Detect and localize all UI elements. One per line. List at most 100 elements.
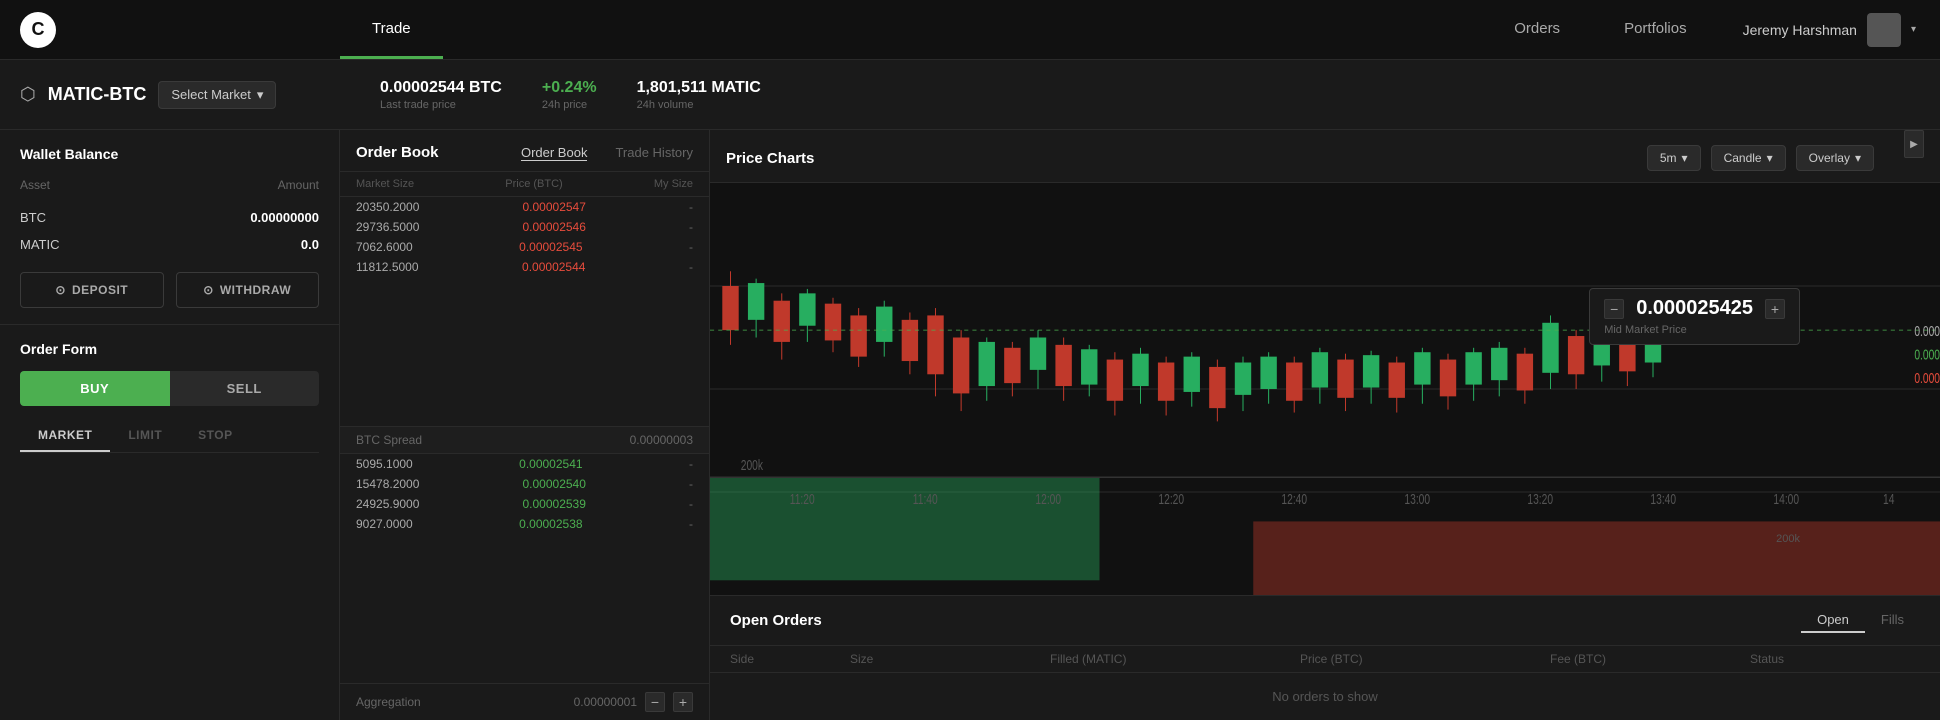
buy-price-2: 0.00002540 xyxy=(523,477,586,491)
nav-right: Jeremy Harshman ▾ xyxy=(1719,0,1940,59)
svg-text:0.00002544: 0.00002544 xyxy=(1914,347,1940,363)
col-side: Side xyxy=(730,652,850,666)
col-filled: Filled (MATIC) xyxy=(1050,652,1300,666)
sell-price-1: 0.00002547 xyxy=(523,200,586,214)
svg-text:12:40: 12:40 xyxy=(1281,491,1307,507)
order-book-title: Order Book xyxy=(356,144,439,161)
market-pair-icon: ⬡ xyxy=(20,84,36,105)
sell-size-4: 11812.5000 xyxy=(356,260,419,274)
top-nav: C Trade Orders Portfolios Jeremy Harshma… xyxy=(0,0,1940,60)
buy-sell-tabs: BUY SELL xyxy=(20,371,319,406)
sell-row-1: 20350.2000 0.00002547 - xyxy=(340,197,709,217)
chart-title: Price Charts xyxy=(726,150,814,167)
buy-size-1: 5095.1000 xyxy=(356,457,413,471)
mid-price-minus-button[interactable]: − xyxy=(1604,299,1624,319)
agg-plus-button[interactable]: + xyxy=(673,692,693,712)
withdraw-icon: ⊙ xyxy=(203,283,214,297)
sell-orders: 20350.2000 0.00002547 - 29736.5000 0.000… xyxy=(340,197,709,426)
chart-expand-button[interactable]: ▶ xyxy=(1904,130,1924,158)
agg-minus-button[interactable]: − xyxy=(645,692,665,712)
spread-value: 0.00000003 xyxy=(630,433,693,447)
candle-body xyxy=(722,286,738,330)
spread-label: BTC Spread xyxy=(356,433,422,447)
orders-table-header: Side Size Filled (MATIC) Price (BTC) Fee… xyxy=(710,646,1940,673)
timeframe-label: 5m xyxy=(1660,151,1677,165)
timeframe-chevron-icon: ▾ xyxy=(1682,151,1688,165)
market-stat-change: +0.24% 24h price xyxy=(542,79,597,111)
user-avatar xyxy=(1867,13,1901,47)
open-orders-section: Open Orders Open Fills Side Size Filled … xyxy=(710,595,1940,720)
deposit-label: DEPOSIT xyxy=(72,283,128,297)
mid-price-value: 0.000025425 xyxy=(1636,297,1753,320)
timeframe-selector[interactable]: 5m ▾ xyxy=(1647,145,1701,171)
nav-tabs: Trade Orders Portfolios xyxy=(340,0,1719,59)
sell-row-4: 11812.5000 0.00002544 - xyxy=(340,257,709,277)
fills-tab[interactable]: Fills xyxy=(1865,608,1920,633)
order-book-col-header: Market Size Price (BTC) My Size xyxy=(340,172,709,197)
buy-row-2: 15478.2000 0.00002540 - xyxy=(340,474,709,494)
buy-price-4: 0.00002538 xyxy=(519,517,582,531)
order-type-stop[interactable]: STOP xyxy=(180,420,250,452)
buy-row-4: 9027.0000 0.00002538 - xyxy=(340,514,709,534)
wallet-actions: ⊙ DEPOSIT ⊙ WITHDRAW xyxy=(20,272,319,308)
order-book-tab[interactable]: Order Book xyxy=(521,145,587,161)
no-orders-message: No orders to show xyxy=(710,673,1940,720)
sell-mysize-1: - xyxy=(689,200,693,214)
market-header: ⬡ MATIC-BTC Select Market ▾ 0.00002544 B… xyxy=(0,60,1940,130)
market-pair: ⬡ MATIC-BTC Select Market ▾ xyxy=(20,81,340,109)
withdraw-button[interactable]: ⊙ WITHDRAW xyxy=(176,272,320,308)
col-price-btc: Price (BTC) xyxy=(505,178,562,190)
mid-price-controls: − 0.000025425 + xyxy=(1604,297,1785,320)
market-pair-name: MATIC-BTC xyxy=(48,84,147,105)
svg-text:200k: 200k xyxy=(741,457,764,473)
chart-area: 11:20 11:40 12:00 12:20 12:40 13:00 13:2… xyxy=(710,183,1940,595)
mid-price-plus-button[interactable]: + xyxy=(1765,299,1785,319)
buy-tab[interactable]: BUY xyxy=(20,371,170,406)
open-tab[interactable]: Open xyxy=(1801,608,1865,633)
wallet-balance-section: Wallet Balance Asset Amount BTC 0.000000… xyxy=(0,130,339,325)
nav-tab-trade[interactable]: Trade xyxy=(340,0,443,59)
buy-row-3: 24925.9000 0.00002539 - xyxy=(340,494,709,514)
svg-text:0.00002540: 0.00002540 xyxy=(1914,370,1940,386)
aggregation-row: Aggregation 0.00000001 − + xyxy=(340,683,709,720)
deposit-button[interactable]: ⊙ DEPOSIT xyxy=(20,272,164,308)
svg-text:14:00: 14:00 xyxy=(1773,491,1799,507)
market-stat-price: 0.00002544 BTC Last trade price xyxy=(380,79,502,111)
user-name: Jeremy Harshman xyxy=(1743,22,1857,38)
sell-size-2: 29736.5000 xyxy=(356,220,419,234)
candle-body xyxy=(748,283,764,320)
order-type-limit[interactable]: LIMIT xyxy=(110,420,180,452)
overlay-selector[interactable]: Overlay ▾ xyxy=(1796,145,1874,171)
buy-size-4: 9027.0000 xyxy=(356,517,413,531)
wallet-balance-title: Wallet Balance xyxy=(20,146,319,162)
right-panel: Price Charts 5m ▾ Candle ▾ Overlay ▾ ▶ xyxy=(710,130,1940,720)
matic-amount: 0.0 xyxy=(301,237,319,252)
aggregation-value: 0.00000001 xyxy=(574,695,637,709)
open-orders-header: Open Orders Open Fills xyxy=(710,596,1940,646)
col-status: Status xyxy=(1750,652,1920,666)
col-size: Size xyxy=(850,652,1050,666)
select-market-button[interactable]: Select Market ▾ xyxy=(158,81,276,109)
trade-history-tab[interactable]: Trade History xyxy=(615,145,693,161)
app-logo: C xyxy=(20,12,56,48)
chart-type-label: Candle xyxy=(1724,151,1762,165)
chart-type-chevron-icon: ▾ xyxy=(1767,151,1773,165)
order-type-market[interactable]: MARKET xyxy=(20,420,110,452)
svg-text:13:40: 13:40 xyxy=(1650,491,1676,507)
buy-mysize-4: - xyxy=(689,517,693,531)
open-orders-tabs: Open Fills xyxy=(1801,608,1920,633)
btc-amount: 0.00000000 xyxy=(250,210,319,225)
user-menu[interactable]: Jeremy Harshman ▾ xyxy=(1743,13,1916,47)
nav-tab-orders[interactable]: Orders xyxy=(1482,0,1592,59)
order-type-tabs: MARKET LIMIT STOP xyxy=(20,420,319,453)
svg-text:13:00: 13:00 xyxy=(1404,491,1430,507)
sell-tab[interactable]: SELL xyxy=(170,371,320,406)
col-fee: Fee (BTC) xyxy=(1550,652,1750,666)
nav-tab-portfolios[interactable]: Portfolios xyxy=(1592,0,1719,59)
order-book-header: Order Book Order Book Trade History xyxy=(340,130,709,172)
col-market-size: Market Size xyxy=(356,178,414,190)
sell-mysize-3: - xyxy=(689,240,693,254)
chart-type-selector[interactable]: Candle ▾ xyxy=(1711,145,1786,171)
matic-asset-name: MATIC xyxy=(20,237,59,252)
buy-mysize-1: - xyxy=(689,457,693,471)
